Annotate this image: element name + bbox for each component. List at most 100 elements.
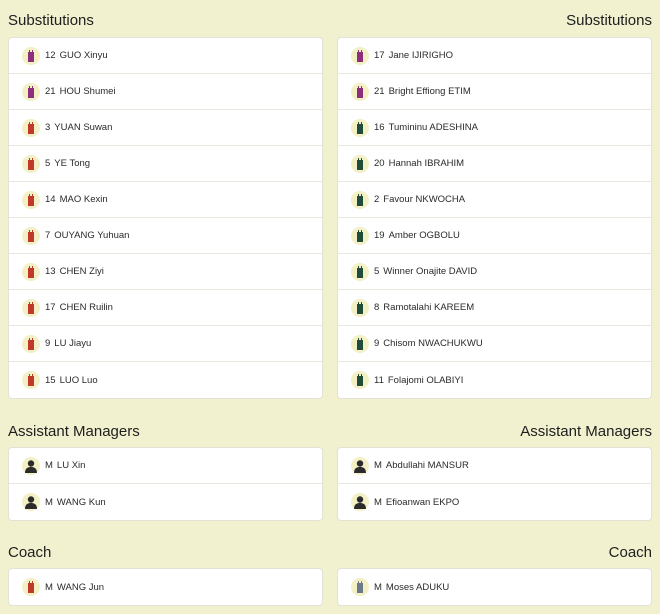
player-number: 7 xyxy=(45,230,51,241)
jersey-icon xyxy=(351,578,369,596)
jersey-icon xyxy=(22,298,40,317)
player-row[interactable]: M WANG Jun xyxy=(9,569,322,605)
coach-title-away: Coach xyxy=(608,544,652,561)
jersey-icon xyxy=(22,262,40,281)
player-name: Abdullahi MANSUR xyxy=(385,460,469,471)
player-row[interactable]: 9 Chisom NWACHUKWU xyxy=(338,326,651,362)
person-silhouette-icon xyxy=(351,493,369,511)
player-number: 8 xyxy=(374,302,380,313)
player-number: M xyxy=(374,496,382,508)
goalkeeper-jersey-icon xyxy=(351,46,369,65)
jersey-icon xyxy=(22,118,40,137)
player-name: LU Xin xyxy=(56,460,86,471)
player-row[interactable]: 17 Jane IJIRIGHO xyxy=(338,38,651,74)
assistant-managers-title-away: Assistant Managers xyxy=(520,423,652,440)
jersey-icon xyxy=(22,578,40,596)
player-number: M xyxy=(45,581,53,593)
player-number: 3 xyxy=(45,122,51,133)
player-row[interactable]: 13 CHEN Ziyi xyxy=(9,254,322,290)
player-name: Winner Onajite DAVID xyxy=(383,266,478,277)
player-name: Bright Effiong ETIM xyxy=(388,86,471,97)
player-row[interactable]: M Abdullahi MANSUR xyxy=(338,448,651,484)
jersey-icon xyxy=(351,118,369,137)
player-name: WANG Kun xyxy=(56,496,106,508)
away-assistant-managers-list: M Abdullahi MANSUR M Efioanwan EKPO xyxy=(337,447,652,521)
player-row[interactable]: 9 LU Jiayu xyxy=(9,326,322,362)
assistant-managers-title-home: Assistant Managers xyxy=(8,423,140,440)
player-name: Amber OGBOLU xyxy=(388,230,460,241)
player-number: 15 xyxy=(45,374,56,386)
player-number: 21 xyxy=(45,86,56,97)
player-name: WANG Jun xyxy=(56,581,105,593)
jersey-icon xyxy=(22,226,40,245)
player-number: M xyxy=(374,460,382,471)
home-substitutions-list: 12 GUO Xinyu 21 HOU Shumei 3 YUAN Suwan 5 YE To… xyxy=(8,37,323,399)
player-name: CHEN Ziyi xyxy=(59,266,104,277)
player-row[interactable]: 8 Ramotalahi KAREEM xyxy=(338,290,651,326)
player-row[interactable]: 11 Folajomi OLABIYI xyxy=(338,362,651,398)
player-name: OUYANG Yuhuan xyxy=(54,230,130,241)
jersey-icon xyxy=(22,371,40,389)
jersey-icon xyxy=(351,334,369,353)
player-row[interactable]: M WANG Kun xyxy=(9,484,322,520)
jersey-icon xyxy=(351,226,369,245)
player-row[interactable]: M Efioanwan EKPO xyxy=(338,484,651,520)
player-name: HOU Shumei xyxy=(59,86,116,97)
player-row[interactable]: 21 HOU Shumei xyxy=(9,74,322,110)
player-name: Efioanwan EKPO xyxy=(385,496,460,508)
away-coach-list: M Moses ADUKU xyxy=(337,568,652,606)
jersey-icon xyxy=(351,371,369,389)
player-row[interactable]: 21 Bright Effiong ETIM xyxy=(338,74,651,110)
home-coach-list: M WANG Jun xyxy=(8,568,323,606)
player-row[interactable]: 7 OUYANG Yuhuan xyxy=(9,218,322,254)
player-number: M xyxy=(374,581,382,593)
player-row[interactable]: 16 Tumininu ADESHINA xyxy=(338,110,651,146)
jersey-icon xyxy=(351,190,369,209)
player-number: 9 xyxy=(45,338,51,349)
player-name: Favour NKWOCHA xyxy=(383,194,466,205)
player-row[interactable]: 15 LUO Luo xyxy=(9,362,322,398)
goalkeeper-jersey-icon xyxy=(351,82,369,101)
goalkeeper-jersey-icon xyxy=(22,46,40,65)
player-name: Moses ADUKU xyxy=(385,581,450,593)
player-number: 11 xyxy=(374,374,384,386)
player-name: Ramotalahi KAREEM xyxy=(383,302,475,313)
player-row[interactable]: 17 CHEN Ruilin xyxy=(9,290,322,326)
player-row[interactable]: 2 Favour NKWOCHA xyxy=(338,182,651,218)
player-number: 20 xyxy=(374,158,385,169)
player-number: 12 xyxy=(45,50,56,61)
jersey-icon xyxy=(22,154,40,173)
player-row[interactable]: 5 Winner Onajite DAVID xyxy=(338,254,651,290)
player-row[interactable]: 19 Amber OGBOLU xyxy=(338,218,651,254)
jersey-icon xyxy=(351,154,369,173)
player-row[interactable]: 5 YE Tong xyxy=(9,146,322,182)
player-number: 19 xyxy=(374,230,385,241)
coach-title-home: Coach xyxy=(8,544,52,561)
jersey-icon xyxy=(351,262,369,281)
player-name: Tumininu ADESHINA xyxy=(388,122,478,133)
player-row[interactable]: 12 GUO Xinyu xyxy=(9,38,322,74)
player-row[interactable]: M Moses ADUKU xyxy=(338,569,651,605)
player-number: 17 xyxy=(45,302,56,313)
player-name: MAO Kexin xyxy=(59,194,108,205)
player-name: GUO Xinyu xyxy=(59,50,108,61)
player-name: LU Jiayu xyxy=(54,338,92,349)
player-number: 5 xyxy=(45,158,51,169)
player-name: Folajomi OLABIYI xyxy=(387,374,464,386)
player-row[interactable]: 20 Hannah IBRAHIM xyxy=(338,146,651,182)
player-row[interactable]: 14 MAO Kexin xyxy=(9,182,322,218)
player-name: YUAN Suwan xyxy=(54,122,113,133)
jersey-icon xyxy=(22,334,40,353)
player-name: Hannah IBRAHIM xyxy=(388,158,465,169)
player-number: M xyxy=(45,460,53,471)
player-number: 14 xyxy=(45,194,56,205)
away-substitutions-list: 17 Jane IJIRIGHO 21 Bright Effiong ETIM 16 Tu… xyxy=(337,37,652,399)
player-number: 13 xyxy=(45,266,56,277)
player-number: 16 xyxy=(374,122,385,133)
person-silhouette-icon xyxy=(22,493,40,511)
player-row[interactable]: 3 YUAN Suwan xyxy=(9,110,322,146)
player-name: YE Tong xyxy=(54,158,91,169)
player-name: Chisom NWACHUKWU xyxy=(383,338,483,349)
player-row[interactable]: M LU Xin xyxy=(9,448,322,484)
substitutions-title-home: Substitutions xyxy=(8,12,94,29)
